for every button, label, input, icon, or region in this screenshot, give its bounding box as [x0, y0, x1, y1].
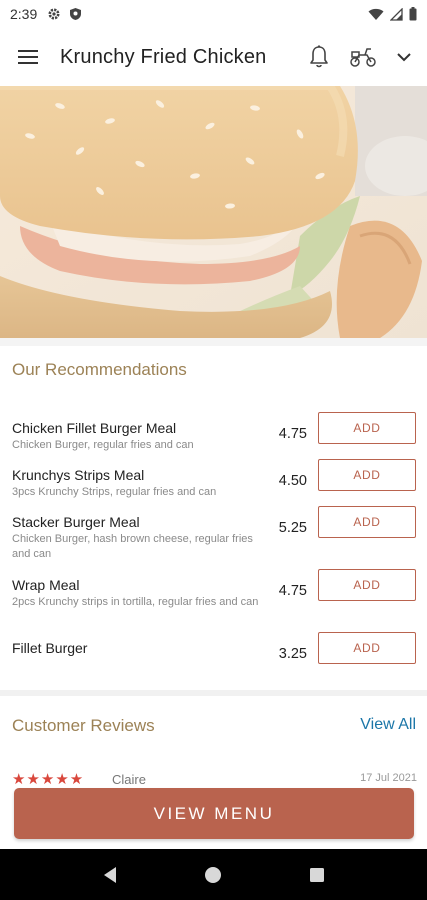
review-item[interactable]: ★★★★★ Claire 17 Jul 2021: [12, 770, 417, 786]
app-actions: [309, 45, 411, 69]
add-button[interactable]: ADD: [318, 506, 416, 538]
shield-icon: [69, 7, 82, 21]
chevron-down-icon[interactable]: [397, 52, 411, 62]
gear-icon: [47, 7, 61, 21]
star-rating-icon: ★★★★★: [12, 771, 85, 786]
item-price: 3.25: [278, 646, 307, 662]
status-time: 2:39: [10, 6, 38, 22]
status-bar: 2:39: [0, 0, 427, 28]
item-name: Wrap Meal: [12, 577, 80, 593]
recommendations-title: Our Recommendations: [12, 360, 187, 379]
item-description: Chicken Burger, regular fries and can: [12, 439, 194, 451]
home-icon[interactable]: [193, 855, 233, 895]
reviews-title: Customer Reviews: [12, 716, 155, 735]
item-price: 4.50: [278, 473, 307, 489]
view-all-link[interactable]: View All: [360, 716, 416, 734]
item-description: Chicken Burger, hash brown cheese, regul…: [12, 533, 253, 560]
section-divider: [0, 690, 427, 696]
view-menu-button[interactable]: VIEW MENU: [14, 788, 414, 839]
add-button[interactable]: ADD: [318, 632, 416, 664]
item-description: 3pcs Krunchy Strips, regular fries and c…: [12, 486, 217, 498]
recents-icon[interactable]: [297, 855, 337, 895]
system-nav-bar: [0, 849, 427, 900]
item-price: 4.75: [278, 583, 307, 599]
item-name: Stacker Burger Meal: [12, 514, 140, 530]
item-price: 4.75: [278, 426, 307, 442]
status-left-icons: [47, 7, 82, 21]
reviewer-name: Claire: [112, 772, 146, 786]
signal-icon: [390, 7, 403, 21]
chicken-burger-photo: [0, 86, 427, 338]
delivery-scooter-icon[interactable]: [349, 46, 377, 68]
item-description: 2pcs Krunchy strips in tortilla, regular…: [12, 596, 259, 608]
status-right-icons: [368, 7, 417, 21]
menu-icon[interactable]: [18, 49, 38, 65]
section-gap: [0, 338, 427, 346]
review-date: 17 Jul 2021: [360, 772, 417, 784]
add-button[interactable]: ADD: [318, 569, 416, 601]
hero-image: [0, 86, 427, 338]
item-name: Krunchys Strips Meal: [12, 467, 145, 483]
item-name: Fillet Burger: [12, 640, 88, 656]
back-icon[interactable]: [90, 855, 130, 895]
battery-icon: [409, 7, 417, 21]
app-title: Krunchy Fried Chicken: [60, 45, 267, 68]
wifi-icon: [368, 8, 384, 21]
add-button[interactable]: ADD: [318, 412, 416, 444]
app-bar: Krunchy Fried Chicken: [0, 28, 427, 86]
bell-icon[interactable]: [309, 45, 329, 69]
item-price: 5.25: [278, 520, 307, 536]
item-name: Chicken Fillet Burger Meal: [12, 420, 177, 436]
add-button[interactable]: ADD: [318, 459, 416, 491]
